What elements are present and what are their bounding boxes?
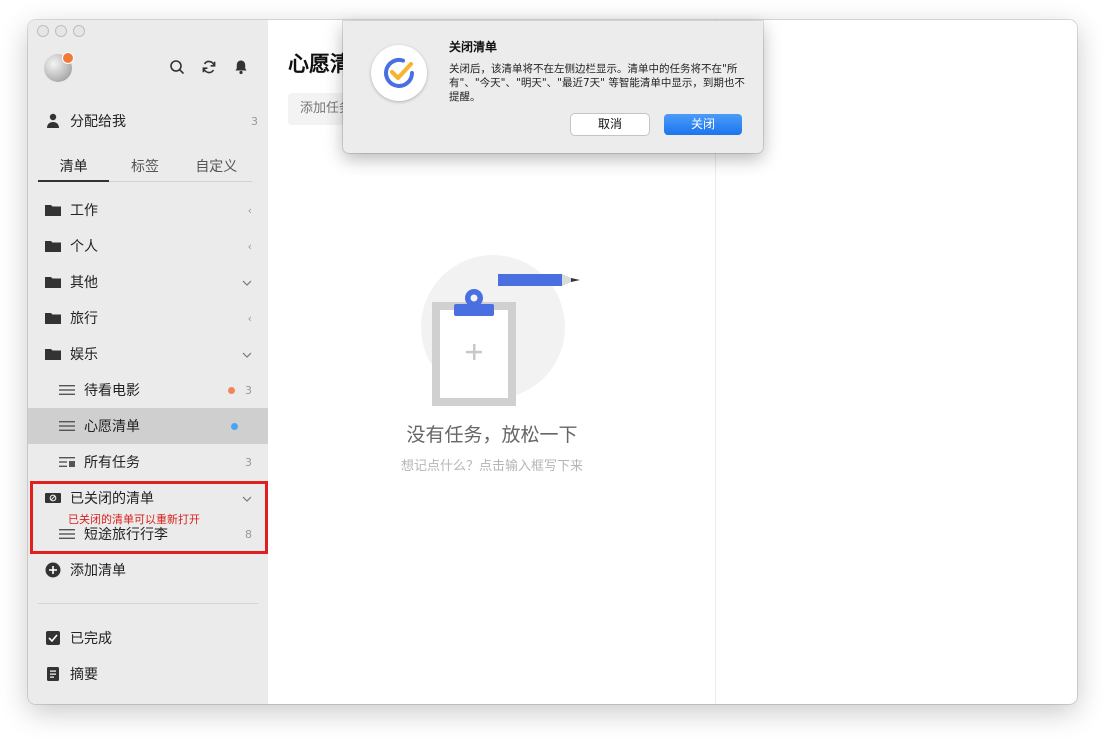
pro-badge-icon bbox=[62, 52, 74, 64]
dialog-title: 关闭清单 bbox=[449, 40, 498, 54]
bell-icon[interactable] bbox=[232, 58, 250, 76]
folder-entertainment[interactable]: 娱乐 bbox=[28, 336, 268, 372]
list-label: 待看电影 bbox=[84, 383, 140, 399]
summary-item[interactable]: 摘要 bbox=[28, 656, 268, 692]
empty-state-subtitle: 想记点什么？点击输入框写下来 bbox=[400, 459, 583, 474]
folder-label: 旅行 bbox=[70, 311, 98, 327]
empty-state-title: 没有任务，放松一下 bbox=[406, 424, 578, 446]
minimize-window-button[interactable] bbox=[55, 25, 67, 37]
search-icon[interactable] bbox=[168, 58, 186, 76]
tab-tags[interactable]: 标签 bbox=[109, 152, 180, 181]
list-item-wishlist[interactable]: 心愿清单 bbox=[28, 408, 268, 444]
chevron-down-icon[interactable] bbox=[242, 276, 252, 289]
folder-travel[interactable]: 旅行 ‹ bbox=[28, 300, 268, 336]
collapse-left-icon[interactable]: ‹ bbox=[248, 204, 252, 217]
list-item-all-tasks[interactable]: 所有任务 3 bbox=[28, 444, 268, 480]
add-list-button[interactable]: 添加清单 bbox=[28, 552, 268, 588]
summary-icon bbox=[44, 667, 62, 681]
cancel-button[interactable]: 取消 bbox=[571, 114, 649, 135]
folder-other[interactable]: 其他 bbox=[28, 264, 268, 300]
folder-personal[interactable]: 个人 ‹ bbox=[28, 228, 268, 264]
folder-label: 工作 bbox=[70, 203, 98, 219]
chevron-down-icon[interactable] bbox=[242, 348, 252, 361]
checkbox-icon bbox=[44, 631, 62, 645]
collapse-left-icon[interactable]: ‹ bbox=[248, 240, 252, 253]
close-list-dialog: 关闭清单 关闭后，该清单将不在左侧边栏显示。清单中的任务将不在"所有"、"今天"… bbox=[343, 21, 763, 153]
window-controls bbox=[37, 25, 85, 37]
confirm-close-button[interactable]: 关闭 bbox=[664, 114, 742, 135]
close-window-button[interactable] bbox=[37, 25, 49, 37]
add-circle-icon bbox=[44, 562, 62, 578]
folder-icon bbox=[44, 240, 62, 252]
dialog-message: 关闭后，该清单将不在左侧边栏显示。清单中的任务将不在"所有"、"今天"、"明天"… bbox=[449, 63, 745, 103]
closed-lists-note: 已关闭的清单可以重新打开 bbox=[68, 513, 200, 526]
folder-label: 个人 bbox=[70, 239, 98, 255]
list-icon bbox=[58, 384, 76, 396]
assigned-label: 分配给我 bbox=[70, 114, 126, 130]
folder-icon bbox=[44, 204, 62, 216]
list-label: 心愿清单 bbox=[84, 419, 140, 435]
sidebar-toolbar bbox=[168, 58, 250, 76]
assigned-to-me[interactable]: 分配给我 3 bbox=[44, 108, 258, 134]
folder-work[interactable]: 工作 ‹ bbox=[28, 192, 268, 228]
empty-state-illustration bbox=[418, 252, 588, 416]
sidebar-tabs: 清单 标签 自定义 bbox=[38, 152, 252, 182]
list-count: 3 bbox=[245, 383, 252, 397]
add-list-label: 添加清单 bbox=[70, 563, 126, 579]
folder-icon bbox=[44, 312, 62, 324]
summary-label: 摘要 bbox=[70, 667, 98, 683]
list-item-movies[interactable]: 待看电影 3 bbox=[28, 372, 268, 408]
completed-item[interactable]: 已完成 bbox=[28, 620, 268, 656]
completed-label: 已完成 bbox=[70, 631, 112, 647]
assigned-count: 3 bbox=[251, 114, 258, 128]
list-count: 3 bbox=[245, 455, 252, 469]
tab-custom[interactable]: 自定义 bbox=[181, 152, 252, 181]
sidebar: 分配给我 3 清单 标签 自定义 工作 ‹ 个人 ‹ 其他 旅行 ‹ 娱乐 待看… bbox=[28, 20, 268, 704]
tab-lists[interactable]: 清单 bbox=[38, 152, 110, 182]
collapse-left-icon[interactable]: ‹ bbox=[248, 312, 252, 325]
list-icon bbox=[58, 420, 76, 432]
all-tasks-icon bbox=[58, 456, 76, 468]
sync-icon[interactable] bbox=[200, 58, 218, 76]
folder-label: 其他 bbox=[70, 275, 98, 291]
zoom-window-button[interactable] bbox=[73, 25, 85, 37]
folder-label: 娱乐 bbox=[70, 347, 98, 363]
detail-pane bbox=[717, 20, 1077, 704]
person-icon bbox=[44, 113, 62, 129]
color-dot bbox=[228, 386, 235, 394]
folder-icon bbox=[44, 276, 62, 288]
app-logo-icon bbox=[371, 45, 427, 101]
color-dot bbox=[231, 422, 238, 430]
sidebar-divider bbox=[38, 603, 258, 604]
list-label: 所有任务 bbox=[84, 455, 140, 471]
folder-icon bbox=[44, 348, 62, 360]
